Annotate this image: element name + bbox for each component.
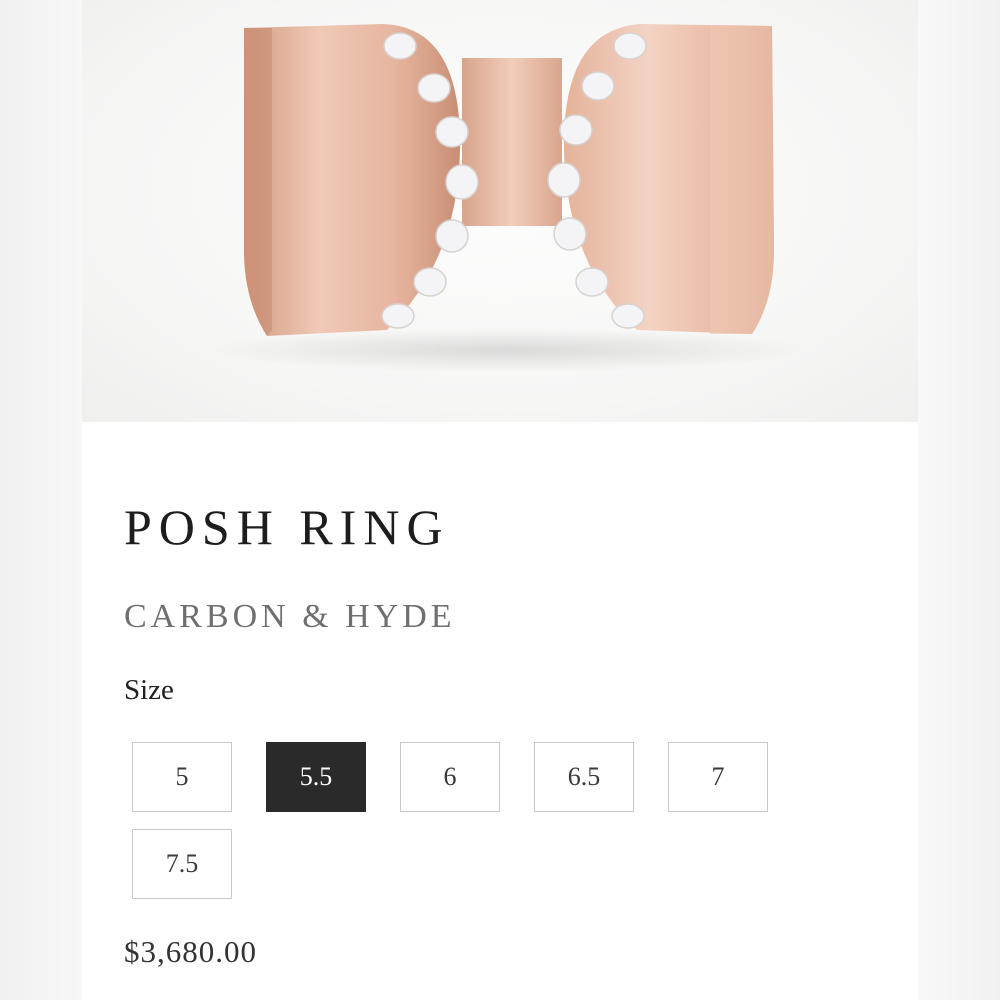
- size-option-6[interactable]: 6: [400, 742, 500, 812]
- size-option-6-5[interactable]: 6.5: [534, 742, 634, 812]
- ring-illustration: [207, 24, 807, 372]
- size-option-7[interactable]: 7: [668, 742, 768, 812]
- product-page: POSH RING CARBON & HYDE Size 5 5.5 6 6.5…: [0, 0, 1000, 1000]
- brand-name[interactable]: CARBON & HYDE: [124, 598, 456, 636]
- product-details: POSH RING CARBON & HYDE Size 5 5.5 6 6.5…: [82, 422, 918, 1000]
- product-image[interactable]: [82, 0, 918, 422]
- price: $3,680.00: [124, 934, 257, 969]
- left-margin: [0, 0, 82, 1000]
- size-option-7-5[interactable]: 7.5: [132, 829, 232, 899]
- right-margin: [918, 0, 1000, 1000]
- size-label: Size: [124, 674, 174, 706]
- product-title: POSH RING: [124, 499, 450, 555]
- size-option-5[interactable]: 5: [132, 742, 232, 812]
- size-option-5-5[interactable]: 5.5: [266, 742, 366, 812]
